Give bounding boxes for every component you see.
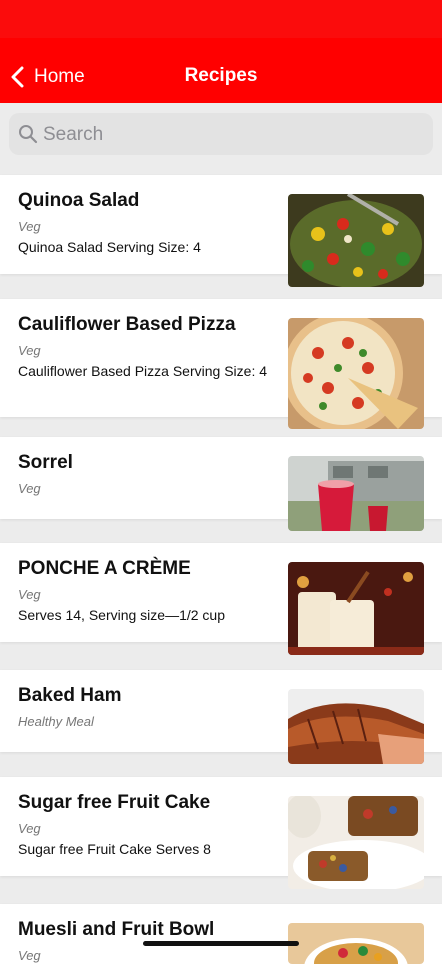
recipe-card[interactable]: Sorrel Veg <box>0 437 442 531</box>
recipe-title: Sugar free Fruit Cake <box>18 792 211 813</box>
recipe-card[interactable]: Muesli and Fruit Bowl Veg <box>0 904 442 964</box>
recipe-card[interactable]: Quinoa Salad Veg Quinoa Salad Serving Si… <box>0 175 442 287</box>
recipe-category: Veg <box>18 587 41 602</box>
search-placeholder: Search <box>43 124 104 145</box>
recipe-description: Cauliflower Based Pizza Serving Size: 4 <box>18 363 268 379</box>
recipe-category: Veg <box>18 821 41 836</box>
recipe-category: Veg <box>18 343 41 358</box>
sorrel-drink-photo <box>288 456 424 531</box>
recipe-title: Baked Ham <box>18 685 122 706</box>
pizza-photo <box>288 318 424 429</box>
recipe-description: Quinoa Salad Serving Size: 4 <box>18 239 201 255</box>
search-icon <box>19 125 38 144</box>
status-bar <box>0 0 442 38</box>
recipe-card[interactable]: Cauliflower Based Pizza Veg Cauliflower … <box>0 299 442 429</box>
recipe-title: Muesli and Fruit Bowl <box>18 919 215 940</box>
quinoa-salad-photo <box>288 194 424 287</box>
fruit-cake-photo <box>288 796 424 889</box>
navigation-bar: Home Recipes <box>0 38 442 103</box>
recipe-card[interactable]: Sugar free Fruit Cake Veg Sugar free Fru… <box>0 777 442 889</box>
page-title: Recipes <box>184 65 258 86</box>
recipe-description: Serves 14, Serving size—1/2 cup <box>18 607 225 623</box>
muesli-bowl-photo <box>288 923 424 964</box>
recipe-category: Veg <box>18 481 41 496</box>
recipe-category: Healthy Meal <box>18 714 94 729</box>
search-area: Search <box>0 103 442 165</box>
search-input[interactable]: Search <box>9 113 433 155</box>
recipe-title: Quinoa Salad <box>18 190 140 211</box>
recipe-card[interactable]: Baked Ham Healthy Meal <box>0 670 442 764</box>
recipe-description: Sugar free Fruit Cake Serves 8 <box>18 841 211 857</box>
baked-ham-photo <box>288 689 424 764</box>
recipe-card[interactable]: PONCHE A CRÈME Veg Serves 14, Serving si… <box>0 543 442 655</box>
recipe-category: Veg <box>18 219 41 234</box>
home-indicator[interactable] <box>143 941 299 946</box>
recipe-title: Cauliflower Based Pizza <box>18 314 236 335</box>
ponche-photo <box>288 562 424 655</box>
recipe-title: PONCHE A CRÈME <box>18 558 191 579</box>
recipe-title: Sorrel <box>18 452 73 473</box>
